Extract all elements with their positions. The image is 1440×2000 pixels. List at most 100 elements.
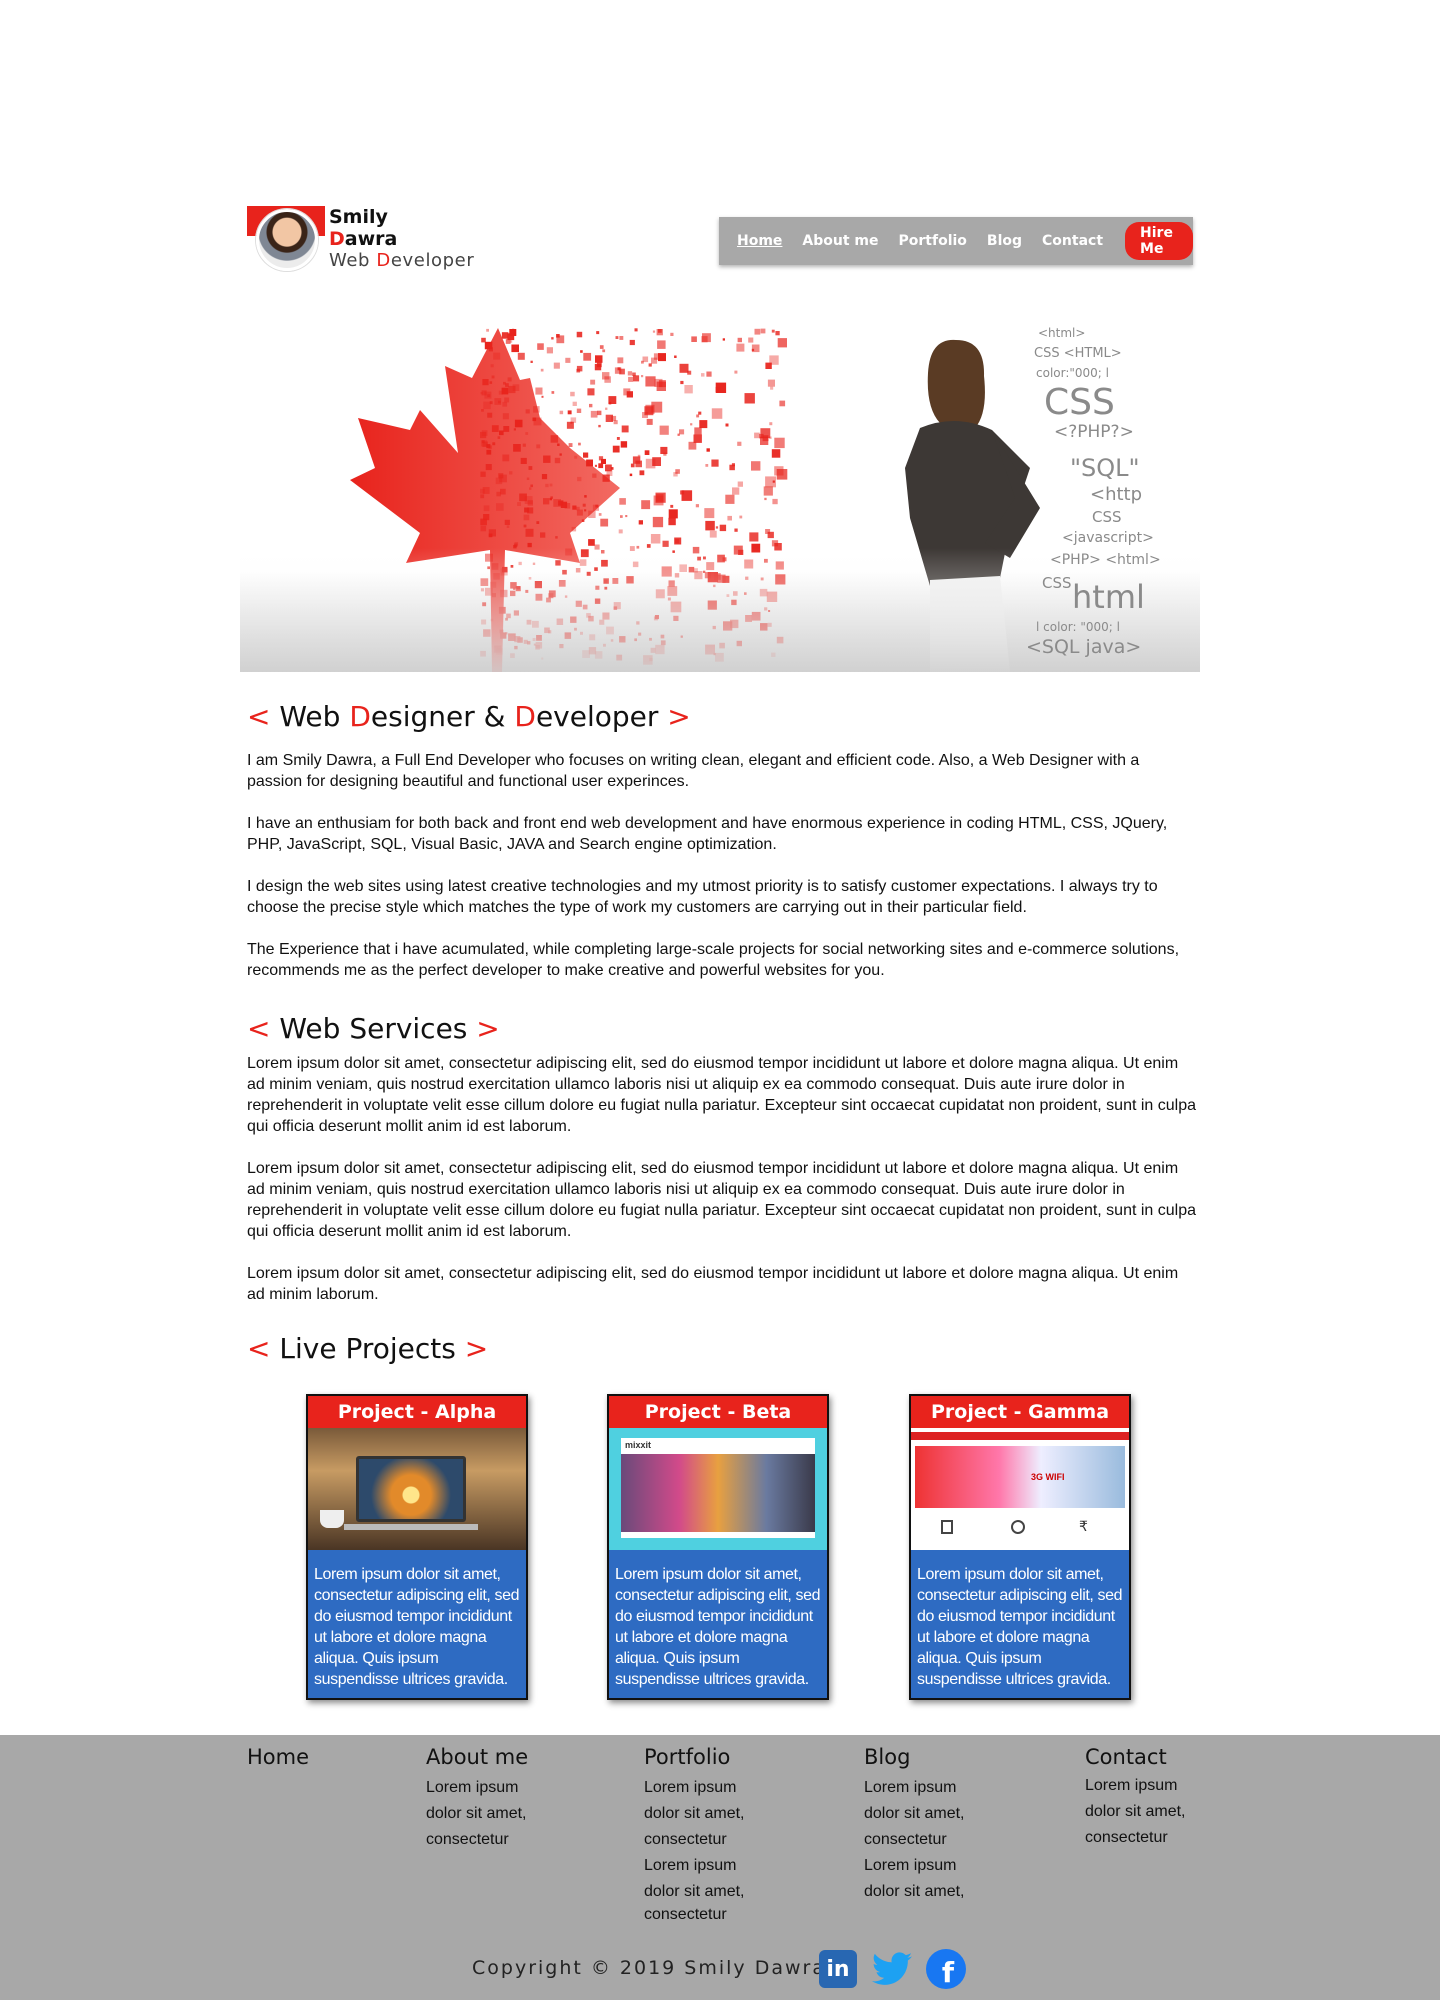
footer-link-blog[interactable]: Blog	[864, 1745, 964, 1769]
hero-banner: <html> CSS <HTML> color:"000; l CSS <?PH…	[240, 318, 1200, 672]
pixel-square	[594, 464, 597, 467]
pixel-square	[533, 417, 542, 426]
pixel-square	[644, 450, 650, 455]
site-preview-brand: mixxit	[625, 1440, 652, 1450]
laptop-base	[344, 1524, 478, 1530]
pixel-square	[748, 337, 754, 343]
pixel-square	[520, 457, 527, 464]
pixel-square	[551, 391, 555, 394]
footer-link-portfolio[interactable]: Portfolio	[644, 1745, 744, 1769]
pixel-square	[555, 536, 558, 539]
pixel-square	[535, 387, 543, 395]
nav-home[interactable]: Home	[737, 233, 782, 249]
code-word: <http	[1090, 484, 1143, 505]
footer-col-about: About me Lorem ipsum dolor sit amet, con…	[426, 1745, 528, 1853]
footer-item: Lorem ipsum	[644, 1857, 737, 1874]
pixel-square	[524, 507, 530, 513]
pixel-square	[732, 487, 740, 495]
project-title: Project - Beta	[607, 1394, 829, 1428]
pixel-square	[646, 544, 651, 548]
project-card-gamma[interactable]: Project - Gamma 3G WIFI ₹ Lorem ipsum do…	[909, 1394, 1131, 1700]
intro-paragraph-2: I have an enthusiam for both back and fr…	[247, 815, 1168, 853]
pixel-square	[543, 455, 551, 463]
pixel-square	[513, 444, 521, 452]
pixel-square	[734, 370, 738, 374]
site-preview-topbar	[911, 1432, 1129, 1440]
pixel-square	[545, 483, 549, 488]
pixel-square	[690, 423, 693, 426]
pixel-square	[502, 401, 508, 407]
nav-contact[interactable]: Contact	[1042, 233, 1103, 249]
pixel-square	[719, 524, 727, 532]
pixel-square	[525, 409, 530, 414]
code-word: CSS	[1092, 508, 1122, 526]
pixel-square	[483, 401, 491, 410]
facebook-glyph: f	[926, 1949, 966, 1989]
code-word: <PHP> <html>	[1050, 552, 1161, 568]
pixel-square	[583, 352, 592, 361]
pixel-square	[541, 474, 548, 480]
pixel-square	[498, 400, 501, 404]
footer-link-contact[interactable]: Contact	[1085, 1745, 1185, 1769]
nav-about-me[interactable]: About me	[802, 233, 878, 249]
pixel-square	[560, 501, 568, 508]
pixel-square	[765, 476, 776, 488]
footer-item: Lorem ipsum	[864, 1857, 957, 1874]
pixel-square	[568, 443, 573, 447]
pixel-square	[629, 339, 635, 346]
pixel-square	[674, 355, 677, 358]
code-word: "SQL"	[1070, 454, 1140, 482]
pixel-square	[526, 477, 530, 480]
footer-link-home[interactable]: Home	[247, 1745, 309, 1769]
facebook-icon[interactable]: f	[926, 1949, 966, 1989]
pixel-square	[517, 502, 521, 506]
copyright-text: Copyright © 2019 Smily Dawra	[472, 1957, 826, 1979]
pixel-square	[481, 337, 486, 343]
pixel-square	[499, 430, 504, 436]
pixel-square	[727, 515, 732, 521]
code-word: CSS	[1044, 382, 1115, 423]
nav-portfolio[interactable]: Portfolio	[899, 233, 967, 249]
project-card-beta[interactable]: Project - Beta mixxit Lorem ipsum dolor …	[607, 1394, 829, 1700]
pixel-square	[659, 425, 669, 435]
pixel-square	[537, 343, 544, 350]
linkedin-icon[interactable]: in	[818, 1949, 858, 1989]
project-thumbnail	[306, 1428, 528, 1550]
pixel-square	[765, 362, 772, 369]
pixel-square	[627, 371, 633, 376]
pixel-square	[577, 476, 582, 482]
hire-me-button[interactable]: Hire Me	[1125, 222, 1193, 260]
avatar	[256, 209, 318, 271]
pixel-square	[693, 434, 702, 443]
pixel-square	[744, 393, 755, 404]
pixel-square	[699, 420, 708, 429]
pixel-square	[491, 375, 495, 379]
person-hair	[927, 339, 985, 428]
footer-col-portfolio: Portfolio Lorem ipsum dolor sit amet, co…	[644, 1745, 744, 1925]
pixel-square	[500, 488, 506, 495]
intro-paragraph-1: I am Smily Dawra, a Full End Developer w…	[247, 752, 1140, 790]
pixel-square	[546, 347, 553, 354]
logo-text: Smily Dawra Web Developer	[329, 206, 474, 272]
nav-blog[interactable]: Blog	[987, 233, 1022, 249]
pixel-square	[737, 337, 742, 343]
pixel-square	[641, 375, 644, 378]
brand-logo[interactable]: Smily Dawra Web Developer	[247, 206, 487, 276]
pixel-square	[777, 338, 787, 348]
pixel-square	[484, 341, 493, 350]
footer-link-about-me[interactable]: About me	[426, 1745, 528, 1769]
pixel-square	[572, 505, 577, 510]
pixel-square	[503, 381, 506, 385]
pixel-square	[486, 449, 492, 455]
twitter-icon[interactable]	[872, 1949, 912, 1989]
project-card-alpha[interactable]: Project - Alpha Lorem ipsum dolor sit am…	[306, 1394, 528, 1700]
pixel-square	[680, 380, 684, 385]
code-word: <SQL java>	[1026, 636, 1142, 658]
pixel-square	[576, 331, 583, 338]
pixel-square	[698, 411, 702, 415]
pixel-square	[576, 368, 581, 373]
pixel-square	[656, 381, 666, 391]
pixel-square	[572, 401, 577, 406]
pixel-square	[559, 453, 562, 456]
code-word: <html>	[1038, 326, 1086, 340]
